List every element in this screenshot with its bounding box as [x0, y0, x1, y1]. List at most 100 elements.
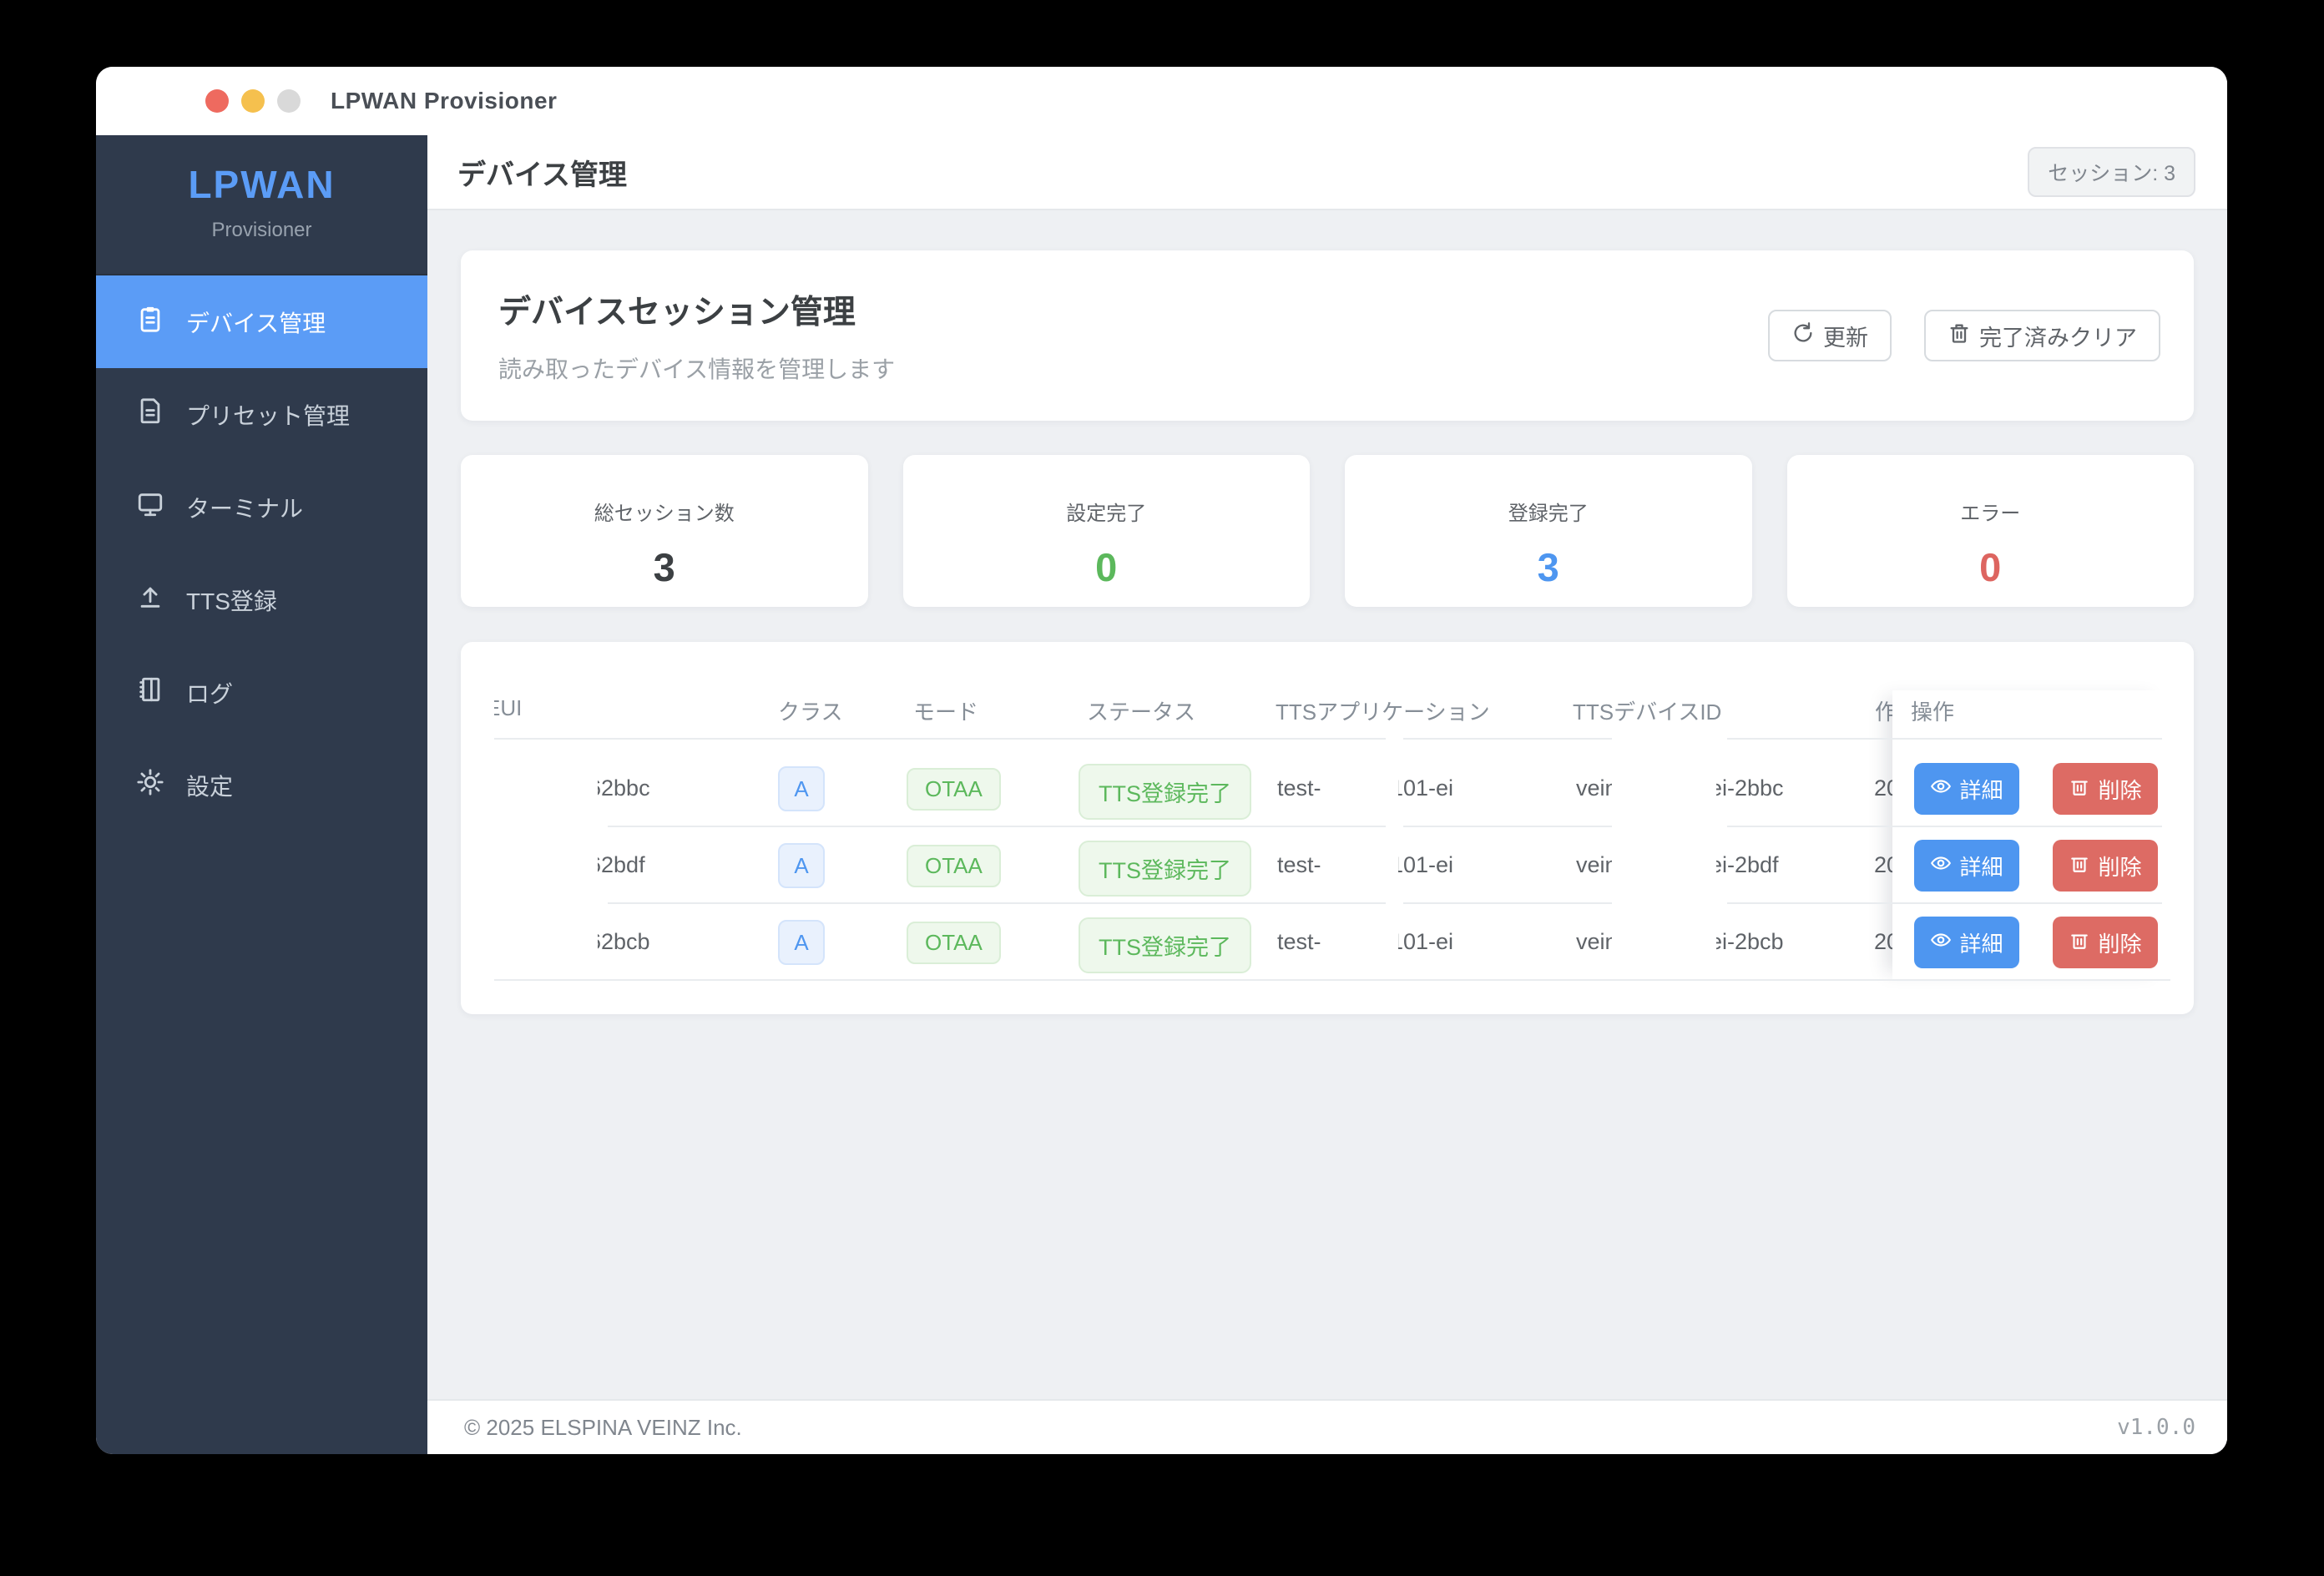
refresh-icon — [1791, 321, 1815, 351]
tts-application-cell: test- — [1277, 775, 1321, 801]
sidebar-item-tts-register[interactable]: TTS登録 — [96, 553, 427, 646]
detail-button[interactable]: 詳細 — [1914, 917, 2019, 968]
page-header: デバイス管理 セッション: 3 — [427, 135, 2227, 210]
stat-label: エラー — [1787, 497, 2195, 526]
detail-button[interactable]: 詳細 — [1914, 763, 2019, 815]
content-area: デバイスセッション管理 読み取ったデバイス情報を管理します 更新 — [427, 212, 2227, 1399]
eye-icon — [1930, 929, 1952, 957]
stat-value: 3 — [1345, 544, 1752, 590]
upload-icon — [136, 583, 164, 617]
stat-card-errors: エラー 0 — [1787, 455, 2195, 607]
mode-badge: OTAA — [907, 845, 1001, 887]
refresh-button[interactable]: 更新 — [1768, 310, 1892, 361]
refresh-label: 更新 — [1823, 320, 1868, 352]
footer: © 2025 ELSPINA VEINZ Inc. v1.0.0 — [427, 1399, 2227, 1454]
column-header-tts-device-id: TTSデバイスID — [1573, 695, 1721, 726]
stat-value: 0 — [903, 544, 1311, 590]
titlebar: LPWAN Provisioner — [96, 67, 2227, 135]
column-header-status: ステータス — [1087, 695, 1195, 726]
divider — [1403, 902, 1612, 904]
mode-badge: OTAA — [907, 768, 1001, 811]
status-badge: TTS登録完了 — [1079, 841, 1251, 897]
logo-subtitle: Provisioner — [96, 219, 427, 242]
minimize-window-button[interactable] — [241, 89, 265, 113]
tts-application-cell-tail: 101-ei — [1398, 852, 1473, 878]
class-badge: A — [778, 920, 825, 965]
trash-icon — [2069, 852, 2090, 880]
sidebar-item-device-management[interactable]: デバイス管理 — [96, 275, 427, 368]
session-count-badge: セッション: 3 — [2028, 147, 2195, 197]
divider — [608, 902, 1386, 904]
eui-cell: 62bbc — [598, 775, 669, 801]
delete-button[interactable]: 削除 — [2053, 840, 2158, 892]
stat-card-registered: 登録完了 3 — [1345, 455, 1752, 607]
tts-device-id-cell: veinz — [1576, 852, 1612, 878]
class-badge: A — [778, 766, 825, 811]
divider — [1727, 826, 2162, 827]
sidebar-menu: デバイス管理 プリセット管理 ターミナル TTS登録 — [96, 275, 427, 831]
stat-value: 3 — [461, 544, 868, 590]
delete-button[interactable]: 削除 — [2053, 917, 2158, 968]
tts-application-cell-tail: 101-ei — [1398, 929, 1473, 955]
trash-icon — [2069, 929, 2090, 957]
divider — [1403, 738, 1612, 740]
tts-application-cell: test- — [1277, 929, 1321, 955]
tts-device-id-cell: veinz — [1576, 775, 1612, 801]
sidebar-item-settings[interactable]: 設定 — [96, 739, 427, 831]
sidebar-item-terminal[interactable]: ターミナル — [96, 461, 427, 553]
divider — [494, 979, 2170, 981]
column-header-actions: 操作 — [1911, 695, 1954, 726]
delete-label: 削除 — [2098, 774, 2141, 805]
tts-application-cell: test- — [1277, 852, 1321, 878]
copyright-text: © 2025 ELSPINA VEINZ Inc. — [464, 1415, 742, 1441]
tts-device-id-cell-tail: ei-2bcb — [1716, 929, 1793, 955]
class-badge: A — [778, 843, 825, 888]
divider — [608, 826, 1386, 827]
gear-icon — [136, 768, 164, 802]
page-title: デバイス管理 — [457, 152, 627, 193]
divider — [1403, 826, 1612, 827]
stats-row: 総セッション数 3 設定完了 0 登録完了 3 エラー 0 — [461, 455, 2194, 607]
column-header-eui: EUI — [494, 695, 544, 721]
stat-label: 登録完了 — [1345, 497, 1752, 526]
card-subtitle: 読み取ったデバイス情報を管理します — [498, 351, 895, 385]
monitor-icon — [136, 490, 164, 524]
status-badge: TTS登録完了 — [1079, 917, 1251, 973]
sidebar-item-preset-management[interactable]: プリセット管理 — [96, 368, 427, 461]
tts-device-id-cell: veinz — [1576, 929, 1612, 955]
trash-icon — [1948, 321, 1971, 351]
column-header-mode: モード — [913, 695, 978, 726]
sidebar-item-label: 設定 — [186, 769, 233, 802]
stat-label: 設定完了 — [903, 497, 1311, 526]
clipboard-icon — [136, 305, 164, 339]
column-header-tts-application: TTSアプリケーション — [1276, 695, 1490, 726]
tts-device-id-cell-tail: ei-2bbc — [1716, 775, 1793, 801]
stat-value: 0 — [1787, 544, 2195, 590]
sidebar: LPWAN Provisioner デバイス管理 プリセット管理 ターミナル — [96, 135, 427, 1454]
eui-cell: 62bcb — [598, 929, 669, 955]
detail-label: 詳細 — [1959, 774, 2003, 805]
sidebar-item-log[interactable]: ログ — [96, 646, 427, 739]
clear-label: 完了済みクリア — [1979, 320, 2137, 352]
sidebar-logo: LPWAN Provisioner — [96, 135, 427, 275]
status-badge: TTS登録完了 — [1079, 764, 1251, 820]
tts-application-cell-tail: 101-ei — [1398, 775, 1473, 801]
delete-button[interactable]: 削除 — [2053, 763, 2158, 815]
sidebar-item-label: ログ — [186, 676, 233, 710]
clear-completed-button[interactable]: 完了済みクリア — [1924, 310, 2160, 361]
delete-label: 削除 — [2098, 927, 2141, 958]
column-header-class: クラス — [778, 695, 842, 726]
detail-label: 詳細 — [1959, 927, 2003, 958]
session-management-card: デバイスセッション管理 読み取ったデバイス情報を管理します 更新 — [461, 250, 2194, 421]
detail-button[interactable]: 詳細 — [1914, 840, 2019, 892]
stat-card-config-complete: 設定完了 0 — [903, 455, 1311, 607]
tts-device-id-cell-tail: ei-2bdf — [1716, 852, 1793, 878]
trash-icon — [2069, 775, 2090, 803]
sidebar-item-label: TTS登録 — [186, 583, 277, 617]
divider — [494, 738, 1386, 740]
card-title: デバイスセッション管理 — [498, 286, 895, 333]
close-window-button[interactable] — [205, 89, 229, 113]
device-sessions-table: EUI クラス モード ステータス TTSアプリケーション TTSデバイスID … — [461, 642, 2194, 1014]
version-text: v1.0.0 — [2117, 1415, 2195, 1440]
journal-icon — [136, 675, 164, 710]
